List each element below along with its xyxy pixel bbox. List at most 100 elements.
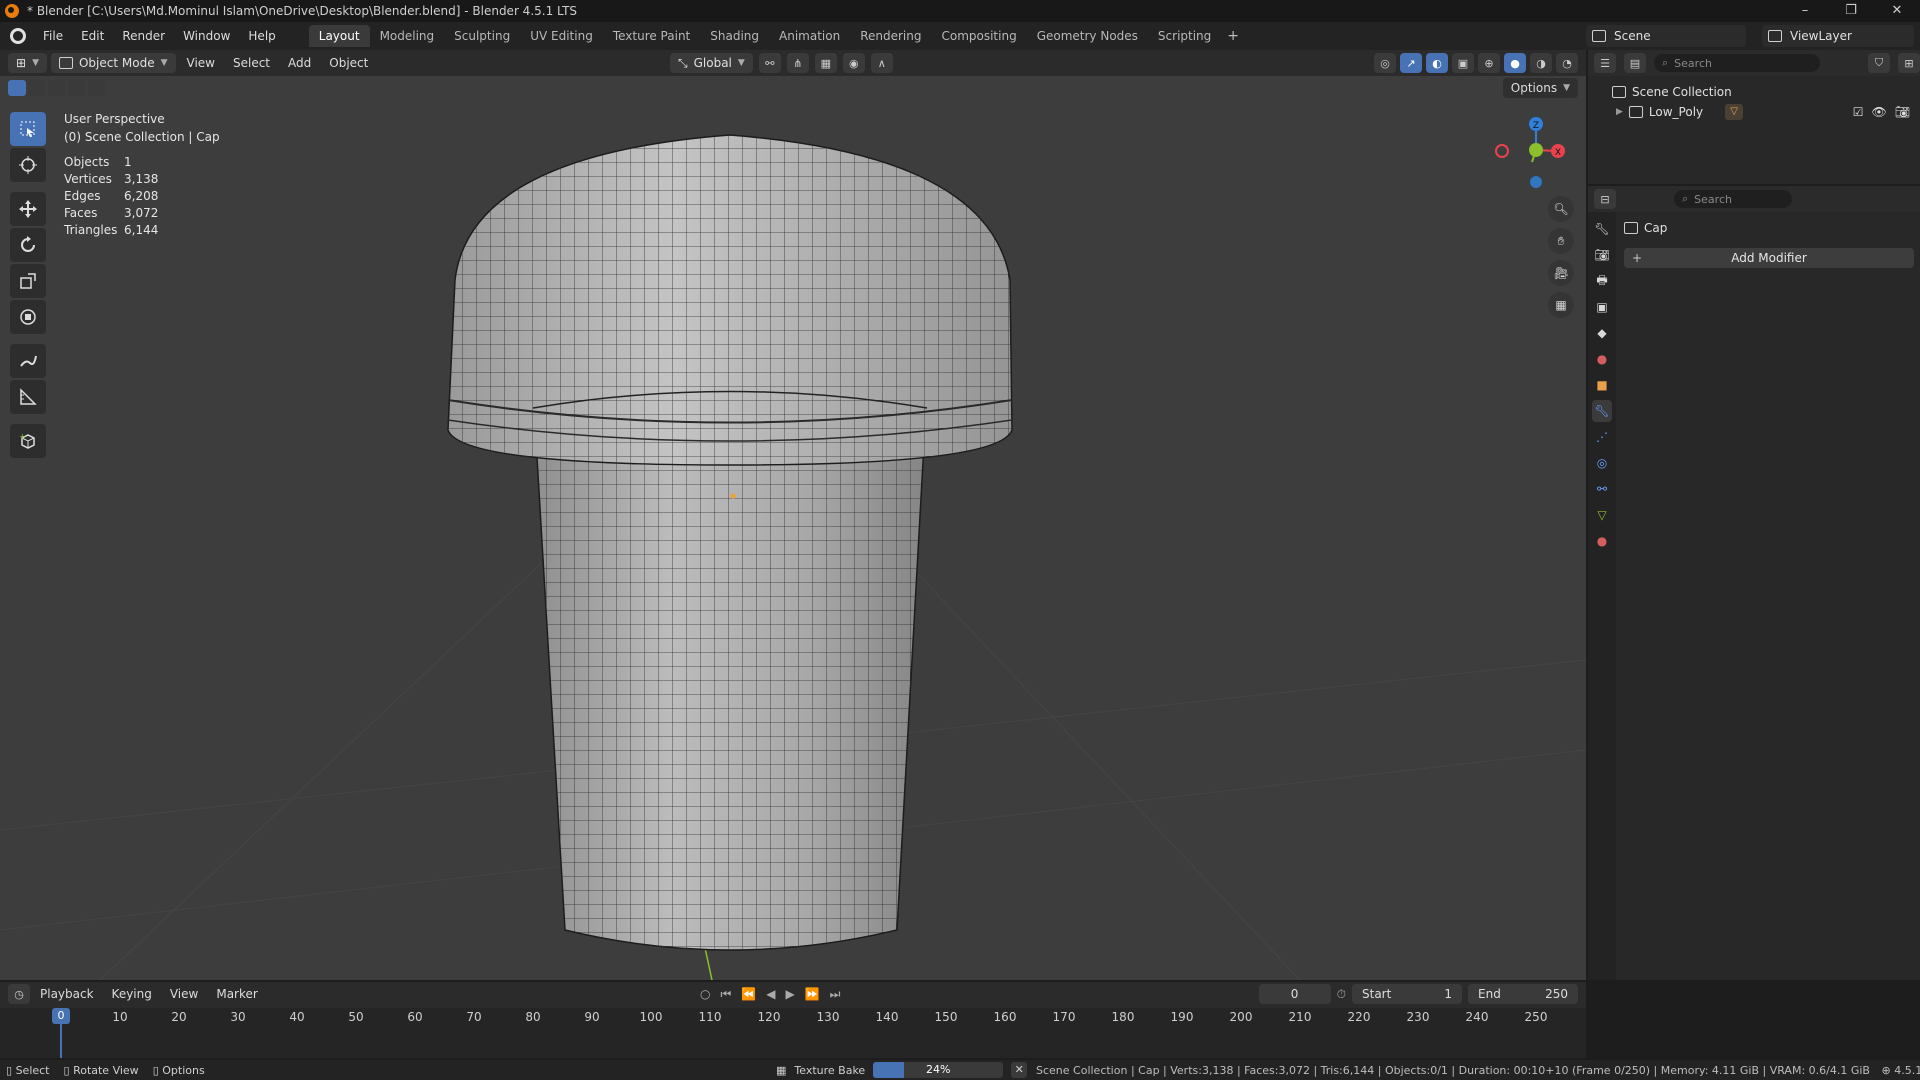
camera-icon[interactable]: 📷︎ (1895, 105, 1910, 119)
tab-animation[interactable]: Animation (769, 25, 850, 47)
outliner-item[interactable]: ▶ Low_Poly ▽ ☑ 👁︎ 📷︎ (1588, 102, 1920, 122)
select-invert-icon[interactable] (68, 80, 86, 96)
start-frame-field[interactable]: Start 1 (1352, 984, 1462, 1004)
mesh-body[interactable] (520, 380, 940, 980)
minimize-button[interactable]: – (1782, 0, 1828, 22)
navigation-gizmo[interactable]: Z X (1490, 110, 1570, 190)
particles-tab-icon[interactable]: ⋰ (1592, 426, 1612, 448)
jump-key-back-icon[interactable]: ⏪ (741, 987, 756, 1002)
tool-cursor[interactable] (10, 148, 46, 182)
gizmo-toggle-icon[interactable]: ↗ (1400, 53, 1422, 73)
menu-help[interactable]: Help (239, 22, 284, 50)
tab-geometry-nodes[interactable]: Geometry Nodes (1027, 25, 1148, 47)
select-extend-icon[interactable] (28, 80, 46, 96)
mesh-cap[interactable] (440, 130, 1020, 470)
physics-tab-icon[interactable]: ◎ (1592, 452, 1612, 474)
menu-marker[interactable]: Marker (208, 987, 265, 1001)
xray-icon[interactable]: ▣ (1452, 53, 1474, 73)
pan-hand-icon[interactable]: ✋︎ (1548, 228, 1574, 254)
outliner-editor-icon[interactable]: ☰ (1594, 53, 1616, 73)
outliner-scene-collection[interactable]: Scene Collection (1588, 82, 1920, 102)
overlay-toggle-icon[interactable]: ◐ (1426, 53, 1448, 73)
tab-rendering[interactable]: Rendering (850, 25, 931, 47)
menu-view[interactable]: View (180, 56, 222, 70)
properties-editor-icon[interactable]: ⊟ (1594, 189, 1616, 209)
menu-file[interactable]: File (34, 22, 72, 50)
3d-viewport[interactable]: ⊞ ▼ Object Mode ▼ View Select Add Object … (0, 50, 1586, 980)
constraints-tab-icon[interactable]: ⚯ (1592, 478, 1612, 500)
play-reverse-icon[interactable]: ◀ (766, 987, 775, 1002)
tab-texture-paint[interactable]: Texture Paint (603, 25, 700, 47)
menu-select[interactable]: Select (226, 56, 277, 70)
solid-shading-icon[interactable]: ● (1504, 53, 1526, 73)
scene-tab-icon[interactable]: ◆ (1592, 322, 1612, 344)
jump-key-forward-icon[interactable]: ⏩ (805, 987, 820, 1002)
scene-selector[interactable]: Scene (1586, 25, 1746, 47)
frame-ruler[interactable]: 0 10 20 30 40 50 60 70 80 90 100 110 120 130 140 150 16… (0, 1008, 1586, 1058)
snap-icon[interactable]: ⋔ (786, 53, 809, 73)
maximize-button[interactable]: ❐ (1828, 0, 1874, 22)
tool-measure[interactable] (10, 380, 46, 414)
view-layer-selector[interactable]: ViewLayer (1762, 25, 1914, 47)
object-filter-icon[interactable]: ▽ (1725, 104, 1744, 120)
menu-add[interactable]: Add (281, 56, 318, 70)
tab-compositing[interactable]: Compositing (931, 25, 1026, 47)
add-modifier-button[interactable]: + Add Modifier (1624, 248, 1914, 268)
checkbox-icon[interactable]: ☑ (1853, 105, 1864, 119)
record-icon[interactable]: ○ (700, 987, 710, 1002)
jump-end-icon[interactable]: ⏭ (830, 987, 841, 1002)
close-button[interactable]: ✕ (1874, 0, 1920, 22)
tool-move[interactable] (10, 192, 46, 226)
ortho-grid-icon[interactable]: ▦ (1548, 292, 1574, 318)
filter-icon[interactable]: ⛉ (1868, 53, 1890, 73)
eye-icon[interactable]: 👁︎ (1872, 105, 1887, 119)
select-subtract-icon[interactable] (48, 80, 66, 96)
tab-scripting[interactable]: Scripting (1148, 25, 1221, 47)
menu-window[interactable]: Window (174, 22, 239, 50)
stopwatch-icon[interactable]: ⏱ (1337, 984, 1346, 1004)
editor-type-button[interactable]: ⊞ ▼ (8, 53, 47, 73)
blender-logo-icon[interactable] (10, 28, 26, 44)
timeline-editor-icon[interactable]: ◷ (8, 984, 30, 1004)
menu-object[interactable]: Object (322, 56, 375, 70)
tool-tab-icon[interactable]: 🔧︎ (1592, 218, 1612, 240)
zoom-icon[interactable]: 🔍︎ (1548, 196, 1574, 222)
snap-target-icon[interactable]: ▦ (814, 53, 837, 73)
tab-shading[interactable]: Shading (700, 25, 769, 47)
menu-timeline-view[interactable]: View (162, 987, 206, 1001)
tool-select-box[interactable] (10, 112, 46, 146)
rendered-shading-icon[interactable]: ◔ (1556, 53, 1578, 73)
wireframe-shading-icon[interactable]: ⊕ (1478, 53, 1500, 73)
options-dropdown[interactable]: Options ▼ (1502, 78, 1578, 98)
expand-arrow-icon[interactable]: ▶ (1616, 107, 1623, 117)
tool-scale[interactable] (10, 264, 46, 298)
tab-sculpting[interactable]: Sculpting (444, 25, 520, 47)
end-frame-field[interactable]: End 250 (1468, 984, 1578, 1004)
orientation-dropdown[interactable]: ⤡ Global ▼ (670, 53, 753, 73)
object-tab-icon[interactable]: ■ (1592, 374, 1612, 396)
output-tab-icon[interactable]: 🖶︎ (1592, 270, 1612, 292)
camera-view-icon[interactable]: 🎥︎ (1548, 260, 1574, 286)
modifier-tab-icon[interactable]: 🔧︎ (1592, 400, 1612, 422)
play-icon[interactable]: ▶ (785, 987, 794, 1002)
menu-keying[interactable]: Keying (104, 987, 160, 1001)
tool-annotate[interactable] (10, 344, 46, 378)
select-intersect-icon[interactable] (88, 80, 106, 96)
display-mode-icon[interactable]: ▤ (1624, 53, 1646, 73)
properties-search-input[interactable]: ⌕ Search (1674, 190, 1792, 208)
tool-transform[interactable] (10, 300, 46, 334)
menu-playback[interactable]: Playback (32, 987, 102, 1001)
visibility-icon[interactable]: ◎ (1374, 53, 1396, 73)
material-tab-icon[interactable]: ● (1592, 530, 1612, 552)
tool-add-cube[interactable]: + (10, 424, 46, 458)
current-frame-field[interactable]: 0 (1258, 984, 1331, 1004)
add-workspace-icon[interactable]: + (1221, 25, 1245, 47)
render-tab-icon[interactable]: 📷︎ (1592, 244, 1612, 266)
current-frame-indicator[interactable]: 0 (52, 1008, 70, 1024)
tab-uv-editing[interactable]: UV Editing (520, 25, 603, 47)
tool-rotate[interactable] (10, 228, 46, 262)
menu-edit[interactable]: Edit (72, 22, 113, 50)
falloff-icon[interactable]: ∧ (870, 53, 893, 73)
cancel-job-icon[interactable]: ✕ (1011, 1062, 1028, 1078)
select-new-icon[interactable] (8, 80, 26, 96)
